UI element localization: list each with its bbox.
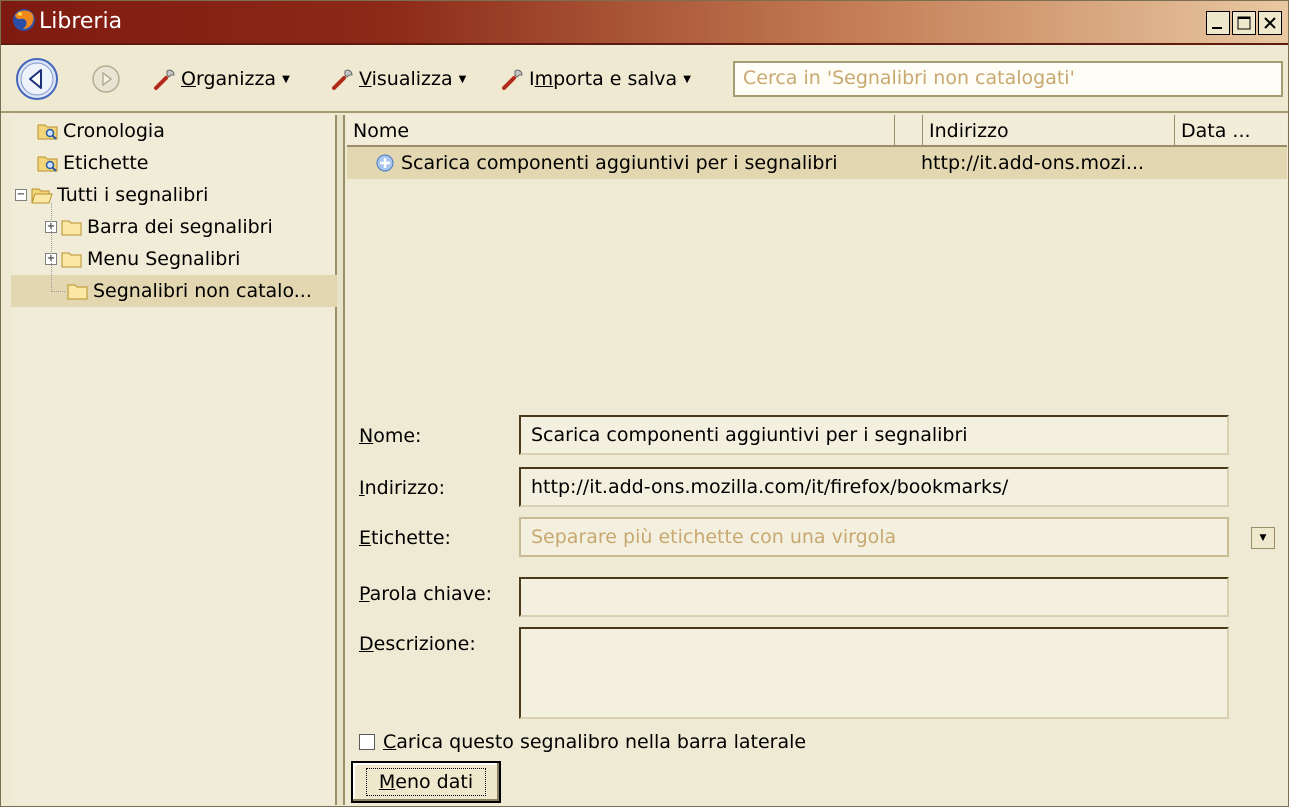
descrizione-label: Descrizione: <box>359 633 476 655</box>
table-row[interactable]: Scarica componenti aggiuntivi per i segn… <box>347 147 1287 179</box>
parola-chiave-label: Parola chiave: <box>359 583 492 605</box>
etichette-dropdown-button[interactable]: ▼ <box>1251 527 1275 549</box>
parola-chiave-field[interactable] <box>519 577 1229 617</box>
importa-menu[interactable]: Importa e salva ▼ <box>501 65 691 93</box>
checkbox-label: Carica questo segnalibro nella barra lat… <box>383 731 807 753</box>
dropdown-arrow-icon: ▼ <box>458 73 467 85</box>
nome-label: Nome: <box>359 425 422 447</box>
wrench-icon <box>332 69 353 90</box>
etichette-label: Etichette: <box>359 527 451 549</box>
folder-icon <box>67 284 88 300</box>
organizza-menu[interactable]: Organizza ▼ <box>153 65 290 93</box>
tree-item-tutti-i-segnalibri[interactable]: − Tutti i segnalibri <box>15 179 208 211</box>
window-title: Libreria <box>39 9 123 34</box>
dropdown-arrow-icon: ▼ <box>282 73 290 85</box>
query-folder-icon <box>37 156 58 172</box>
tree-item-etichette[interactable]: Etichette <box>37 147 149 179</box>
title-bar[interactable]: Libreria <box>1 1 1288 45</box>
row-url: http://it.add-ons.mozi... <box>921 152 1145 174</box>
folder-icon <box>61 252 82 268</box>
firefox-icon <box>13 9 35 31</box>
forward-button[interactable] <box>91 64 121 94</box>
bookmarks-list: Nome Indirizzo Data ... Scarica componen… <box>347 115 1287 405</box>
tree-item-barra-dei-segnalibri[interactable]: + Barra dei segnalibri <box>45 211 273 243</box>
maximize-icon <box>1237 16 1251 30</box>
places-tree: Cronologia Etichette − Tutti i segnalibr… <box>11 115 337 805</box>
close-button[interactable] <box>1258 11 1282 35</box>
tree-connector <box>51 203 52 292</box>
minimize-button[interactable] <box>1206 11 1230 35</box>
list-header: Nome Indirizzo Data ... <box>347 115 1287 147</box>
load-in-sidebar-checkbox[interactable]: Carica questo segnalibro nella barra lat… <box>359 731 806 753</box>
descrizione-field[interactable] <box>519 627 1229 719</box>
column-header-data[interactable]: Data ... <box>1175 115 1287 147</box>
checkbox-box[interactable] <box>359 734 375 750</box>
tree-item-cronologia[interactable]: Cronologia <box>37 115 165 147</box>
column-header-nome[interactable]: Nome <box>347 115 895 147</box>
collapse-toggle[interactable]: − <box>15 189 27 201</box>
indirizzo-label: Indirizzo: <box>359 477 446 499</box>
meno-dati-button[interactable]: Meno dati <box>351 761 501 803</box>
tree-item-menu-segnalibri[interactable]: + Menu Segnalibri <box>45 243 240 275</box>
pane-splitter[interactable] <box>337 115 345 805</box>
dropdown-arrow-icon: ▼ <box>683 73 691 85</box>
maximize-button[interactable] <box>1232 11 1256 35</box>
folder-icon <box>61 220 82 236</box>
open-folder-icon <box>31 188 53 204</box>
chevron-down-icon: ▼ <box>1259 533 1267 543</box>
wrench-icon <box>154 69 175 90</box>
library-window: Libreria Organizza ▼ Visualizza ▼ Import… <box>0 0 1289 807</box>
wrench-icon <box>502 69 523 90</box>
search-input[interactable]: Cerca in 'Segnalibri non catalogati' <box>733 61 1283 97</box>
query-folder-icon <box>37 124 58 140</box>
addon-icon <box>376 154 394 172</box>
nome-field[interactable]: Scarica componenti aggiuntivi per i segn… <box>519 415 1229 455</box>
close-icon <box>1264 17 1276 29</box>
row-name: Scarica componenti aggiuntivi per i segn… <box>401 152 838 174</box>
visualizza-menu[interactable]: Visualizza ▼ <box>331 65 466 93</box>
etichette-field[interactable]: Separare più etichette con una virgola <box>519 517 1229 557</box>
column-header-indirizzo[interactable]: Indirizzo <box>923 115 1175 147</box>
column-header-spacer[interactable] <box>895 115 923 147</box>
toolbar: Organizza ▼ Visualizza ▼ Importa e salva… <box>1 47 1288 113</box>
minimize-icon <box>1212 27 1222 29</box>
tree-connector <box>51 291 65 292</box>
indirizzo-field[interactable]: http://it.add-ons.mozilla.com/it/firefox… <box>519 467 1229 507</box>
back-button[interactable] <box>15 57 59 101</box>
